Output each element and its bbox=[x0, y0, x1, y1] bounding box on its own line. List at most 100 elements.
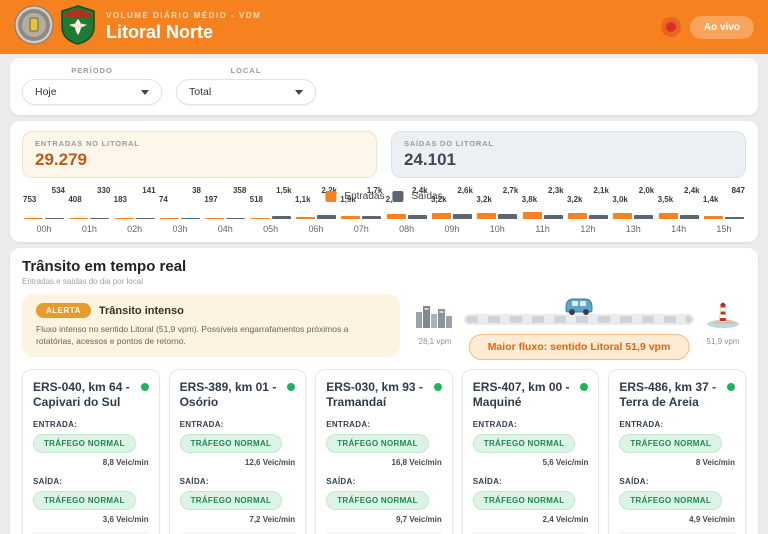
saida-bar-value: 2,6k bbox=[457, 186, 473, 195]
car-icon bbox=[562, 294, 596, 321]
entrada-bar-value: 1,1k bbox=[295, 195, 311, 204]
entrada-bar-value: 3,8k bbox=[522, 195, 538, 204]
saida-bar-value: 1,7k bbox=[367, 186, 383, 195]
saida-bar bbox=[453, 214, 472, 219]
saidas-total-box: SAÍDAS DO LITORAL 24.101 bbox=[391, 131, 746, 178]
saida-bar-value: 2,4k bbox=[684, 186, 700, 195]
station-header: ERS-389, km 01 - Osório bbox=[180, 380, 296, 410]
chart-hour-group: 534 753 00h bbox=[22, 186, 66, 234]
max-flow-banner: Maior fluxo: sentido Litoral 51,9 vpm bbox=[469, 334, 690, 360]
bar-pair bbox=[341, 211, 381, 219]
page-title: Litoral Norte bbox=[106, 22, 261, 43]
station-header: ERS-040, km 64 - Capivari do Sul bbox=[33, 380, 149, 410]
hour-tick-label: 11h bbox=[521, 224, 565, 234]
entrada-bar-value: 518 bbox=[250, 195, 263, 204]
chart-hour-group: 2,7k 3,2k 10h bbox=[475, 186, 519, 234]
hour-tick-label: 13h bbox=[611, 224, 655, 234]
entrada-bar bbox=[296, 217, 315, 219]
station-card: ERS-040, km 64 - Capivari do Sul ENTRADA… bbox=[22, 369, 160, 534]
live-indicator: Ao vivo bbox=[666, 16, 754, 39]
entrada-bar bbox=[477, 213, 496, 219]
bar-pair bbox=[568, 211, 608, 219]
chevron-down-icon bbox=[295, 90, 303, 95]
saida-bar bbox=[362, 216, 381, 219]
app-subtitle: VOLUME DIÁRIO MÉDIO - VDM bbox=[106, 11, 261, 20]
entrada-bar bbox=[568, 213, 587, 219]
chart-hour-group: 2,0k 3,0k 13h bbox=[611, 186, 655, 234]
police-seal-icon bbox=[14, 5, 54, 50]
main-content: PERÍODO Hoje LOCAL Total ENTRADAS NO LIT… bbox=[0, 54, 768, 534]
entrada-bar bbox=[251, 218, 270, 220]
entrada-bar-value: 3,0k bbox=[612, 195, 628, 204]
entrada-bar-value: 3,5k bbox=[658, 195, 674, 204]
realtime-title: Trânsito em tempo real bbox=[22, 258, 746, 275]
saida-rate-value: 7,2 Veic/min bbox=[180, 515, 296, 524]
saida-bar-value: 38 bbox=[192, 186, 201, 195]
saida-bar bbox=[90, 218, 109, 220]
header-titles: VOLUME DIÁRIO MÉDIO - VDM Litoral Norte bbox=[106, 11, 261, 43]
entrada-bar-value: 74 bbox=[159, 195, 168, 204]
bar-pair bbox=[477, 211, 517, 219]
entradas-total-value: 29.279 bbox=[35, 150, 364, 170]
live-button[interactable]: Ao vivo bbox=[690, 16, 754, 39]
saida-bar-value: 2,2k bbox=[321, 186, 337, 195]
saida-section-label: SAÍDA: bbox=[619, 477, 735, 486]
saida-bar-value: 847 bbox=[732, 186, 745, 195]
vdm-chart: Entradas Saídas 534 753 00h 330 408 01h … bbox=[22, 186, 746, 234]
periodo-value: Hoje bbox=[35, 86, 57, 98]
station-name: ERS-389, km 01 - Osório bbox=[180, 380, 288, 410]
saida-bar bbox=[498, 214, 517, 219]
bar-pair bbox=[387, 211, 427, 219]
entrada-bar-value: 197 bbox=[204, 195, 217, 204]
lighthouse-icon bbox=[704, 315, 742, 332]
entrada-bar bbox=[613, 213, 632, 219]
entrada-status-badge: TRÁFEGO NORMAL bbox=[180, 434, 283, 453]
station-card: ERS-389, km 01 - Osório ENTRADA: TRÁFEGO… bbox=[169, 369, 307, 534]
bar-pair bbox=[251, 211, 291, 219]
flow-visualization: 28,1 vpm Maior fluxo: sentido Litora bbox=[412, 294, 746, 357]
entrada-rate-value: 12,6 Veic/min bbox=[180, 458, 296, 467]
entrada-section-label: ENTRADA: bbox=[473, 420, 589, 429]
saida-status-badge: TRÁFEGO NORMAL bbox=[33, 491, 136, 510]
entrada-bar-value: 1,9k bbox=[340, 195, 356, 204]
saida-rate-value: 9,7 Veic/min bbox=[326, 515, 442, 524]
entrada-status-badge: TRÁFEGO NORMAL bbox=[619, 434, 722, 453]
saida-bar-value: 358 bbox=[233, 186, 246, 195]
entrada-rate-value: 8 Veic/min bbox=[619, 458, 735, 467]
entrada-bar-value: 3,2k bbox=[567, 195, 583, 204]
saida-bar bbox=[226, 218, 245, 220]
chart-hour-group: 141 183 02h bbox=[113, 186, 157, 234]
realtime-row: ALERTA Trânsito intenso Fluxo intenso no… bbox=[22, 294, 746, 357]
saida-bar-value: 2,1k bbox=[593, 186, 609, 195]
saida-section-label: SAÍDA: bbox=[33, 477, 149, 486]
chart-hour-group: 847 1,4k 15h bbox=[702, 186, 746, 234]
saida-status-badge: TRÁFEGO NORMAL bbox=[326, 491, 429, 510]
chart-hour-group: 358 197 04h bbox=[203, 186, 247, 234]
local-value: Total bbox=[189, 86, 211, 98]
bar-pair bbox=[160, 211, 200, 219]
entrada-bar bbox=[341, 216, 360, 220]
chart-hour-group: 2,1k 3,2k 12h bbox=[566, 186, 610, 234]
saida-bar-value: 2,0k bbox=[639, 186, 655, 195]
station-name: ERS-486, km 37 - Terra de Areia bbox=[619, 380, 727, 410]
entrada-bar bbox=[69, 218, 88, 220]
saida-rate-value: 3,6 Veic/min bbox=[33, 515, 149, 524]
hour-tick-label: 12h bbox=[566, 224, 610, 234]
local-select[interactable]: Total bbox=[176, 79, 316, 105]
saida-bar bbox=[272, 216, 291, 219]
bar-pair bbox=[296, 211, 336, 219]
saida-section-label: SAÍDA: bbox=[326, 477, 442, 486]
station-name: ERS-040, km 64 - Capivari do Sul bbox=[33, 380, 141, 410]
saida-status-badge: TRÁFEGO NORMAL bbox=[473, 491, 576, 510]
saida-bar-value: 534 bbox=[52, 186, 65, 195]
chart-hour-group: 38 74 03h bbox=[158, 186, 202, 234]
station-name: ERS-030, km 93 - Tramandaí bbox=[326, 380, 434, 410]
stations-row: ERS-040, km 64 - Capivari do Sul ENTRADA… bbox=[22, 369, 746, 534]
periodo-select[interactable]: Hoje bbox=[22, 79, 162, 105]
hour-tick-label: 00h bbox=[22, 224, 66, 234]
bar-pair bbox=[115, 211, 155, 219]
saida-bar bbox=[408, 215, 427, 219]
saida-bar-value: 2,3k bbox=[548, 186, 564, 195]
entrada-status-badge: TRÁFEGO NORMAL bbox=[326, 434, 429, 453]
hour-tick-label: 02h bbox=[113, 224, 157, 234]
